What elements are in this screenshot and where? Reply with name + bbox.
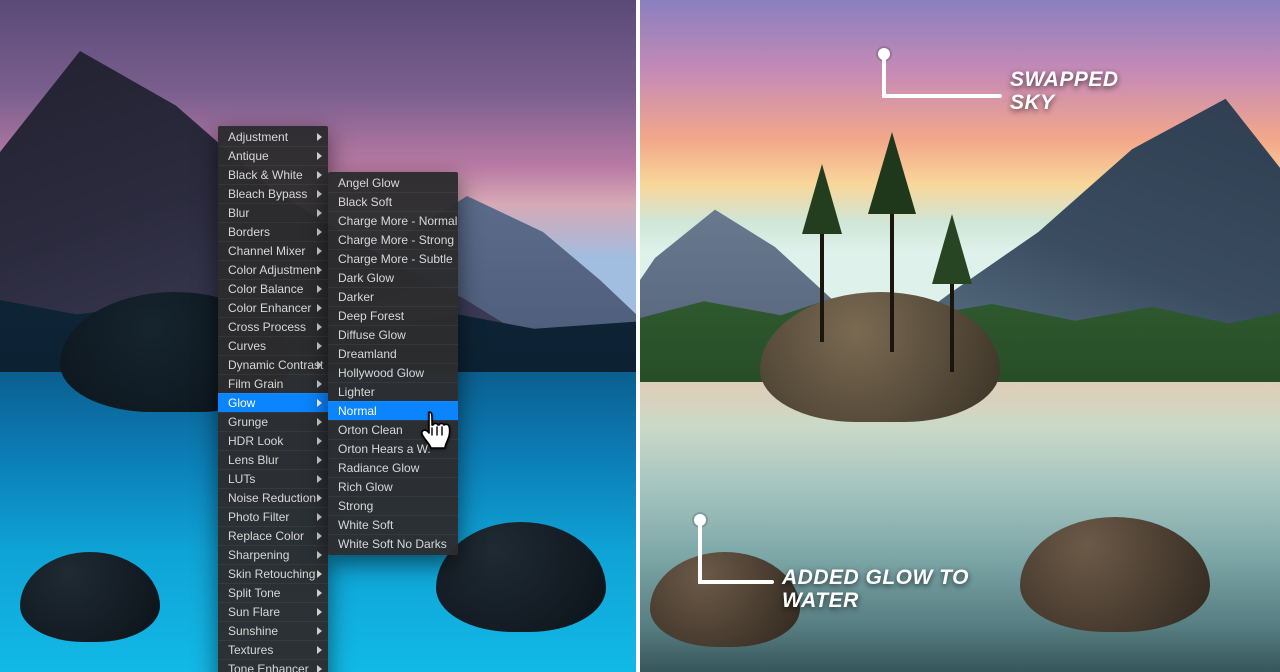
menu-item[interactable]: Color Enhancer [218, 298, 328, 317]
menu-item[interactable]: LUTs [218, 469, 328, 488]
menu-item[interactable]: Adjustment [218, 128, 328, 146]
submenu-item[interactable]: Charge More - Strong [328, 230, 458, 249]
submenu-item[interactable]: Dark Glow [328, 268, 458, 287]
menu-item[interactable]: Split Tone [218, 583, 328, 602]
menu-item[interactable]: Grunge [218, 412, 328, 431]
annotation-text: SKY [1010, 91, 1119, 114]
submenu-item[interactable]: Charge More - Subtle [328, 249, 458, 268]
annotation-added-glow: ADDED GLOW TO WATER [670, 510, 1030, 630]
menu-item[interactable]: Textures [218, 640, 328, 659]
comparison-divider[interactable] [636, 0, 640, 672]
submenu-item[interactable]: Radiance Glow [328, 458, 458, 477]
submenu-item[interactable]: Rich Glow [328, 477, 458, 496]
menu-item[interactable]: Sun Flare [218, 602, 328, 621]
menu-item[interactable]: Curves [218, 336, 328, 355]
filter-category-menu[interactable]: AdjustmentAntiqueBlack & WhiteBleach Byp… [218, 126, 328, 672]
menu-item[interactable]: Tone Enhancer [218, 659, 328, 672]
menu-item[interactable]: Film Grain [218, 374, 328, 393]
annotation-text: WATER [782, 589, 969, 612]
menu-item[interactable]: Cross Process [218, 317, 328, 336]
submenu-item[interactable]: Dreamland [328, 344, 458, 363]
menu-item[interactable]: Skin Retouching [218, 564, 328, 583]
menu-item[interactable]: Sharpening [218, 545, 328, 564]
submenu-item[interactable]: Darker [328, 287, 458, 306]
submenu-item[interactable]: Strong [328, 496, 458, 515]
submenu-item[interactable]: Black Soft [328, 192, 458, 211]
submenu-item[interactable]: Charge More - Normal [328, 211, 458, 230]
submenu-item[interactable]: White Soft [328, 515, 458, 534]
menu-item[interactable]: Glow [218, 393, 328, 412]
submenu-item[interactable]: Lighter [328, 382, 458, 401]
menu-item[interactable]: HDR Look [218, 431, 328, 450]
submenu-item[interactable]: Deep Forest [328, 306, 458, 325]
menu-item[interactable]: Black & White [218, 165, 328, 184]
tree [820, 222, 824, 342]
menu-item[interactable]: Dynamic Contrast [218, 355, 328, 374]
tree [890, 202, 894, 352]
menu-item[interactable]: Color Balance [218, 279, 328, 298]
submenu-item[interactable]: Angel Glow [328, 174, 458, 192]
after-image: SWAPPED SKY ADDED GLOW TO WATER [640, 0, 1280, 672]
menu-item[interactable]: Antique [218, 146, 328, 165]
annotation-text: SWAPPED [1010, 68, 1119, 91]
annotation-swapped-sky: SWAPPED SKY [870, 40, 1150, 140]
menu-item[interactable]: Borders [218, 222, 328, 241]
menu-item[interactable]: Noise Reduction [218, 488, 328, 507]
menu-item[interactable]: Sunshine [218, 621, 328, 640]
submenu-item[interactable]: Normal [328, 401, 458, 420]
submenu-item[interactable]: Orton Hears a W. [328, 439, 458, 458]
menu-item[interactable]: Replace Color [218, 526, 328, 545]
submenu-item[interactable]: Diffuse Glow [328, 325, 458, 344]
menu-item[interactable]: Blur [218, 203, 328, 222]
submenu-item[interactable]: Hollywood Glow [328, 363, 458, 382]
annotation-text: ADDED GLOW TO [782, 566, 969, 589]
annotation-connector [884, 54, 1014, 114]
comparison-stage: SWAPPED SKY ADDED GLOW TO WATER Adjustme… [0, 0, 1280, 672]
tree [950, 272, 954, 372]
menu-item[interactable]: Color Adjustment [218, 260, 328, 279]
submenu-item[interactable]: White Soft No Darks [328, 534, 458, 553]
menu-item[interactable]: Bleach Bypass [218, 184, 328, 203]
menu-item[interactable]: Lens Blur [218, 450, 328, 469]
submenu-item[interactable]: Orton Clean [328, 420, 458, 439]
filter-preset-submenu[interactable]: Angel GlowBlack SoftCharge More - Normal… [328, 172, 458, 555]
menu-item[interactable]: Photo Filter [218, 507, 328, 526]
menu-item[interactable]: Channel Mixer [218, 241, 328, 260]
